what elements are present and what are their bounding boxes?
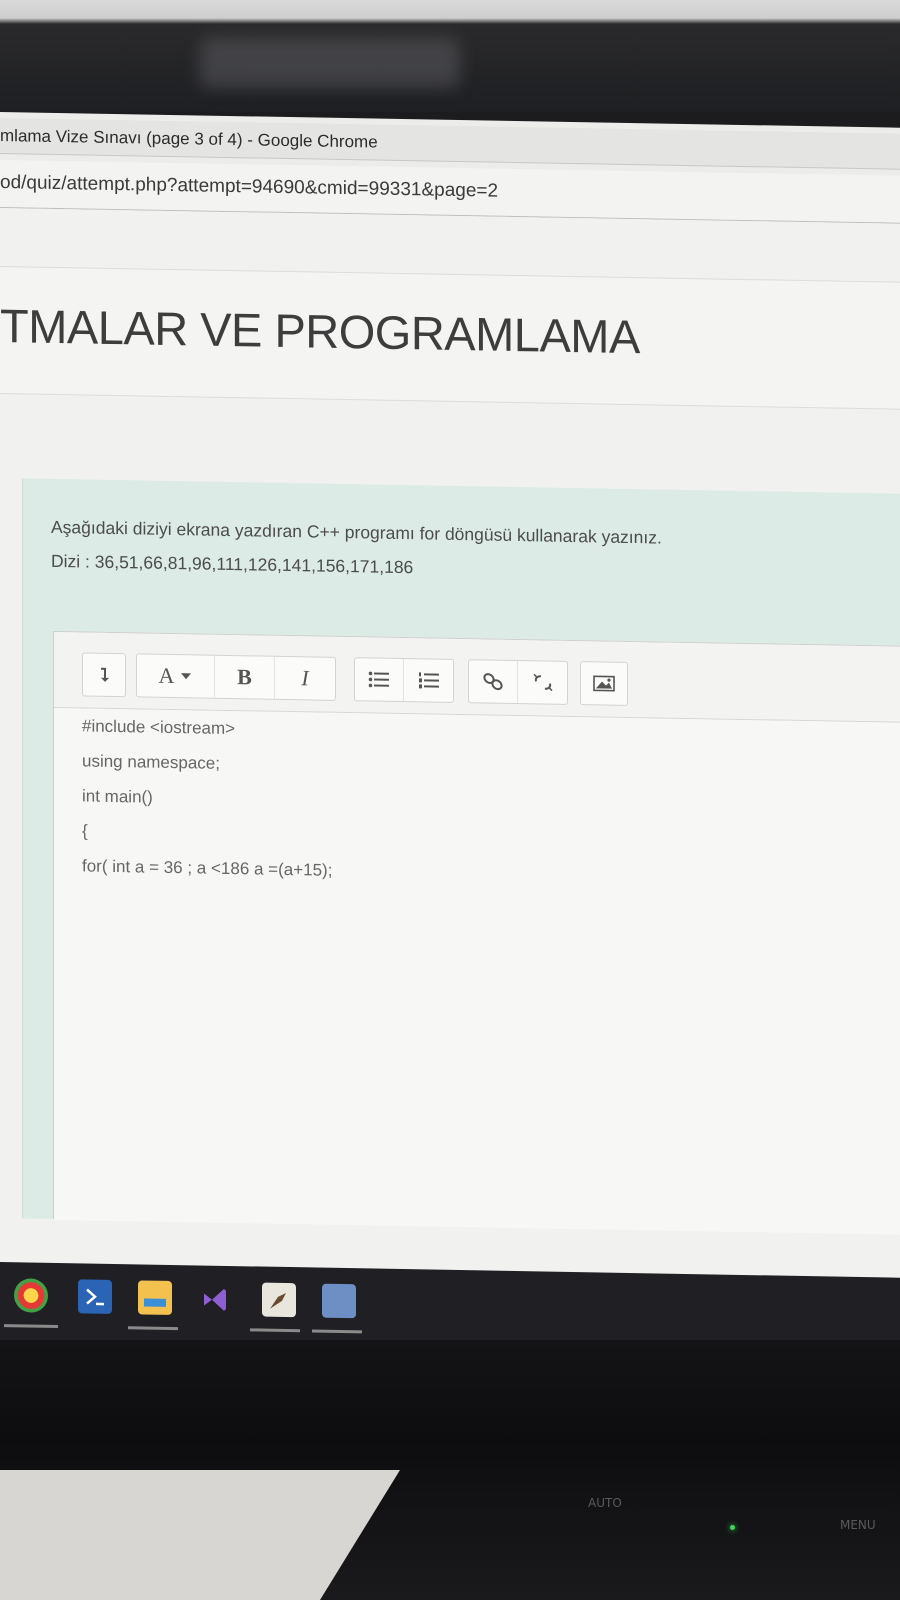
unlink-button[interactable] (518, 661, 567, 704)
font-style-button[interactable]: A (137, 654, 215, 698)
link-icon (483, 673, 503, 691)
insert-image-button[interactable] (581, 662, 627, 705)
answer-editor[interactable]: A B I #include <iostream> using namespac… (53, 630, 900, 1235)
course-title: TMALAR VE PROGRAMLAMA (0, 299, 640, 364)
question-sequence: Dizi : 36,51,66,81,96,111,126,141,156,17… (51, 550, 414, 578)
chevron-down-icon (181, 673, 192, 680)
italic-label: I (301, 665, 309, 691)
bold-label: B (237, 664, 252, 690)
monitor-menu-label[interactable]: MENU (840, 1518, 876, 1532)
image-icon (593, 675, 615, 692)
unordered-list-button[interactable] (355, 658, 405, 702)
visual-studio-icon[interactable] (198, 1281, 232, 1316)
ordered-list-icon (418, 672, 439, 689)
taskbar-active-indicator (4, 1324, 58, 1329)
editor-toolbar: A B I (54, 631, 900, 723)
font-style-label: A (158, 662, 175, 689)
code-line: int main() (82, 786, 153, 807)
unlink-icon (532, 673, 553, 692)
monitor-auto-label[interactable]: AUTO (588, 1496, 622, 1510)
app-window-icon[interactable] (322, 1283, 356, 1319)
expand-toolbar-button[interactable] (83, 653, 125, 696)
unordered-list-icon (368, 671, 389, 688)
screen-glare (200, 38, 460, 88)
toolbar-group-toggle (82, 652, 126, 698)
toolbar-group-media (580, 661, 628, 706)
bold-button[interactable]: B (215, 655, 275, 699)
chrome-icon[interactable] (14, 1278, 48, 1313)
expand-toolbar-icon (101, 667, 109, 682)
toolbar-group-lists (354, 657, 454, 703)
code-line: { (82, 821, 88, 841)
address-url[interactable]: od/quiz/attempt.php?attempt=94690&cmid=9… (0, 172, 498, 203)
file-explorer-icon[interactable] (138, 1280, 172, 1316)
ordered-list-button[interactable] (404, 659, 453, 702)
toolbar-group-format: A B I (136, 653, 336, 701)
browser-screen: mlama Vize Sınavı (page 3 of 4) - Google… (0, 112, 900, 1348)
link-button[interactable] (469, 660, 519, 704)
code-line: using namespace; (82, 751, 220, 773)
toolbar-group-links (468, 659, 568, 705)
powershell-icon[interactable] (78, 1279, 112, 1314)
monitor-bezel-top (0, 0, 900, 112)
window-title: mlama Vize Sınavı (page 3 of 4) - Google… (0, 126, 378, 152)
taskbar-active-indicator (312, 1329, 362, 1334)
question-box: Aşağıdaki diziyi ekrana yazdıran C++ pro… (22, 478, 900, 1235)
italic-button[interactable]: I (275, 657, 335, 700)
editor-content-area[interactable]: #include <iostream> using namespace; int… (54, 707, 900, 1235)
taskbar-active-indicator (128, 1326, 178, 1331)
taskbar-active-indicator (250, 1328, 300, 1333)
quiz-page: TMALAR VE PROGRAMLAMA Aşağıdaki diziyi e… (0, 208, 900, 1348)
paint-icon[interactable] (262, 1282, 296, 1318)
question-text: Aşağıdaki diziyi ekrana yazdıran C++ pro… (51, 516, 662, 548)
code-line: #include <iostream> (82, 716, 236, 739)
code-line: for( int a = 36 ; a <186 a =(a+15); (82, 856, 333, 880)
power-led (730, 1525, 735, 1530)
